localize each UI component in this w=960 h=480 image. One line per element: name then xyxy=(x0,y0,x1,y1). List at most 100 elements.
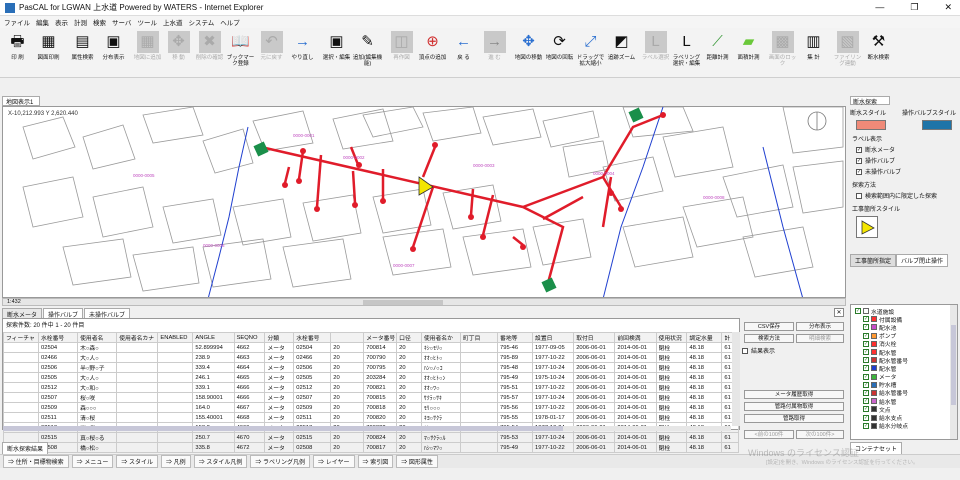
toolbar-button-redo[interactable]: → やり直し xyxy=(287,31,318,75)
toolbar-button-redraw[interactable]: ◫ 再作図 xyxy=(386,31,417,75)
toolbar-button-back[interactable]: ← 戻 る xyxy=(448,31,479,75)
taskbar-button[interactable]: ⇒ 凡例 xyxy=(161,455,191,468)
menu-measure[interactable]: 計測 xyxy=(74,17,87,27)
table-row[interactable]: 02508 橋○松○ 335.8 4672 メータ 02508 20 700817 20 ﾊｼ○ﾏ… xyxy=(3,442,739,453)
menu-file[interactable]: ファイル xyxy=(4,17,30,27)
toolbar-button-undo[interactable]: ↶ 元に戻す xyxy=(256,31,287,75)
column-header[interactable]: 取付日 xyxy=(573,332,616,343)
column-header[interactable]: ANGLE xyxy=(192,332,235,343)
close-results-button[interactable]: ✕ xyxy=(834,308,844,317)
toolbar-button-layer-add[interactable]: ▦ 地図に追加 xyxy=(132,31,163,75)
layer-item[interactable]: ✓ 配水池 xyxy=(853,323,957,332)
column-header[interactable]: 使用者名カナ xyxy=(116,332,159,343)
toolbar-button-sum[interactable]: ▥ 集 計 xyxy=(798,31,829,75)
tree-scrollbar[interactable] xyxy=(950,305,957,439)
cutoff-style-swatch[interactable] xyxy=(856,120,886,130)
layer-checkbox-icon[interactable]: ✓ xyxy=(863,406,869,413)
layer-item[interactable]: ✓ 消火栓 xyxy=(853,340,957,348)
toolbar-button-area[interactable]: ▰ 面積計測 xyxy=(733,31,764,75)
menu-search[interactable]: 検索 xyxy=(93,17,106,27)
table-row[interactable]: 02509 森○○○ 164.0 4667 メータ 02509 20 700818 20 ﾓﾘ○○… xyxy=(3,402,739,413)
layer-item[interactable]: ✓ 給水管番号 xyxy=(853,389,957,397)
tab-valve-close[interactable]: バルブ閉止操作 xyxy=(896,254,949,267)
menu-view[interactable]: 表示 xyxy=(55,17,68,27)
table-row[interactable]: 02507 桜○咲 158.90001 4666 メータ 02507 20 700815 20 ｻ… xyxy=(3,392,739,403)
toolbar-button-vertex-add[interactable]: ⊕ 頂点の追加 xyxy=(417,31,448,75)
result-display-check[interactable]: 結果表示 xyxy=(742,346,775,355)
grid-horizontal-scrollbar[interactable] xyxy=(3,426,731,431)
map-view[interactable]: 0000-0001 0000-0002 0000-0003 0000-0004 00… xyxy=(2,106,846,298)
menu-system[interactable]: システム xyxy=(188,17,214,27)
toolbar-button-attribute-search[interactable]: ▤ 属性検索 xyxy=(67,31,98,75)
toolbar-button-printer[interactable]: 🖶 印 刷 xyxy=(2,31,33,75)
taskbar-button[interactable]: ⇒ メニュー xyxy=(71,455,114,468)
menu-tools[interactable]: ツール xyxy=(137,17,157,27)
toolbar-button-zoom-track[interactable]: ◩ 追跡ズーム xyxy=(606,31,637,75)
table-row[interactable]: 02512 大○和○ 339.1 4666 メータ 02512 20 700821 20 ｵｵ○ﾜ… xyxy=(3,382,739,393)
toolbar-button-forward[interactable]: → 進 む xyxy=(479,31,510,75)
layer-item[interactable]: ✓ 給水分岐点 xyxy=(853,422,957,430)
pipe-facility-button[interactable]: 管路付属物取得 xyxy=(744,402,844,411)
column-header[interactable]: 設置日 xyxy=(532,332,575,343)
layer-checkbox-icon[interactable]: ✓ xyxy=(863,414,869,421)
work-style-preview[interactable] xyxy=(856,216,878,238)
column-header[interactable]: メータ番号 xyxy=(363,332,398,343)
layer-checkbox-icon[interactable]: ✓ xyxy=(863,373,869,380)
pipe-get-button[interactable]: 管路取得 xyxy=(744,414,844,423)
layer-item[interactable]: ✓ 付属設備 xyxy=(853,315,957,324)
table-row[interactable]: 02505 大○人○ 246.1 4665 メータ 02505 20 203284 20 ｵｵ○ﾋ… xyxy=(3,372,739,383)
map-scroll-thumb[interactable] xyxy=(363,300,443,305)
next-page-button[interactable]: 次の100件> xyxy=(796,430,844,439)
toolbar-button-labeling[interactable]: L ラベリング選択・編集 xyxy=(671,31,702,75)
layer-item[interactable]: ✓ メータ xyxy=(853,373,957,381)
taskbar-button[interactable]: ⇒ 住所・目標物検索 xyxy=(3,455,69,468)
tree-scroll-thumb[interactable] xyxy=(951,325,956,405)
toolbar-button-label[interactable]: L ラベル選択 xyxy=(640,31,671,75)
table-row[interactable]: 02506 半○野○子 339.4 4664 メータ 02506 20 700795 20 ﾊﾝ○… xyxy=(3,362,739,373)
detail-search-button[interactable]: 明細検索 xyxy=(796,334,844,343)
menu-help[interactable]: ヘルプ xyxy=(220,17,240,27)
toolbar-button-drag-zoom[interactable]: ⤢ ドラッグで拡大縮小 xyxy=(575,31,606,75)
column-header[interactable]: 使用状況 xyxy=(655,332,688,343)
column-header[interactable]: 使用者名か xyxy=(420,332,461,343)
layer-checkbox-icon[interactable]: ✓ xyxy=(863,340,869,347)
layer-item[interactable]: ✓ 配水管番号 xyxy=(853,356,957,365)
prev-page-button[interactable]: <前の100件 xyxy=(744,430,794,439)
search-method-button[interactable]: 検索方法 xyxy=(744,334,794,343)
layer-tree[interactable]: ✓ 水道施設 ✓ 付属設備 ✓ 配水池 ✓ ポンプ ✓ 消火栓 ✓ 配水管 ✓ 配水管番号 ✓ 配水管 ✓ メータ… xyxy=(850,304,958,440)
table-row[interactable]: 02504 木○森○ 52.899994 4662 メータ 02504 20 700814 20… xyxy=(3,342,739,353)
check-cutoff-meter[interactable]: ✓ 断水メータ xyxy=(856,145,958,154)
layer-checkbox-icon[interactable]: ✓ xyxy=(863,357,869,364)
check-unoperated-valve[interactable]: ✓ 未操作バルブ xyxy=(856,167,958,176)
toolbar-button-delete-check[interactable]: ✖ 削除の確認 xyxy=(194,31,225,75)
layer-checkbox-icon[interactable]: ✓ xyxy=(863,324,869,331)
layer-item[interactable]: ✓ 文点 xyxy=(853,405,957,414)
layer-item[interactable]: ✓ 給水管 xyxy=(853,397,957,406)
layer-checkbox-icon[interactable]: ✓ xyxy=(863,381,869,388)
menu-server[interactable]: サーバ xyxy=(112,17,131,27)
toolbar-button-pan[interactable]: ✥ 地図の移動 xyxy=(513,31,544,75)
layer-checkbox-icon[interactable]: ✓ xyxy=(863,332,869,339)
taskbar-button[interactable]: ⇒ 索引図 xyxy=(357,455,394,468)
distribution-button[interactable]: 分布表示 xyxy=(796,322,844,331)
table-row[interactable]: 02511 清○桜 155.40001 4668 メータ 02511 20 700820 20 ｷ… xyxy=(3,412,739,423)
layer-item[interactable]: ✓ 水道施設 xyxy=(853,307,957,316)
column-header[interactable]: 分類 xyxy=(264,332,295,343)
check-search-range[interactable]: 検索範囲内に限定した探索 xyxy=(856,191,958,200)
column-header[interactable]: フィーチャ xyxy=(3,332,39,343)
meter-history-button[interactable]: メータ履歴取得 xyxy=(744,390,844,399)
tab-work-point[interactable]: 工事箇所指定 xyxy=(850,254,897,267)
layer-checkbox-icon[interactable]: ✓ xyxy=(863,389,869,396)
valve-style-swatch[interactable] xyxy=(922,120,952,130)
toolbar-button-distance[interactable]: ⟋ 距離計測 xyxy=(702,31,733,75)
column-header[interactable]: 使用者名 xyxy=(77,332,118,343)
taskbar-button[interactable]: ⇒ ラベリング凡例 xyxy=(250,455,311,468)
csv-save-button[interactable]: CSV保存 xyxy=(744,322,794,331)
map-tab[interactable]: 地図表示1 xyxy=(2,96,40,106)
table-row[interactable]: 02515 真○桜○る 250.7 4670 メータ 02515 20 700824 20 ﾏ○ｻ… xyxy=(3,432,739,443)
layer-checkbox-icon[interactable]: ✓ xyxy=(863,422,869,429)
grid-vertical-scrollbar[interactable] xyxy=(732,332,740,426)
map-horizontal-scrollbar[interactable]: 1:432 xyxy=(2,298,846,306)
taskbar-button[interactable]: ⇒ レイヤー xyxy=(313,455,355,468)
column-header[interactable]: SEQNO xyxy=(233,332,266,343)
